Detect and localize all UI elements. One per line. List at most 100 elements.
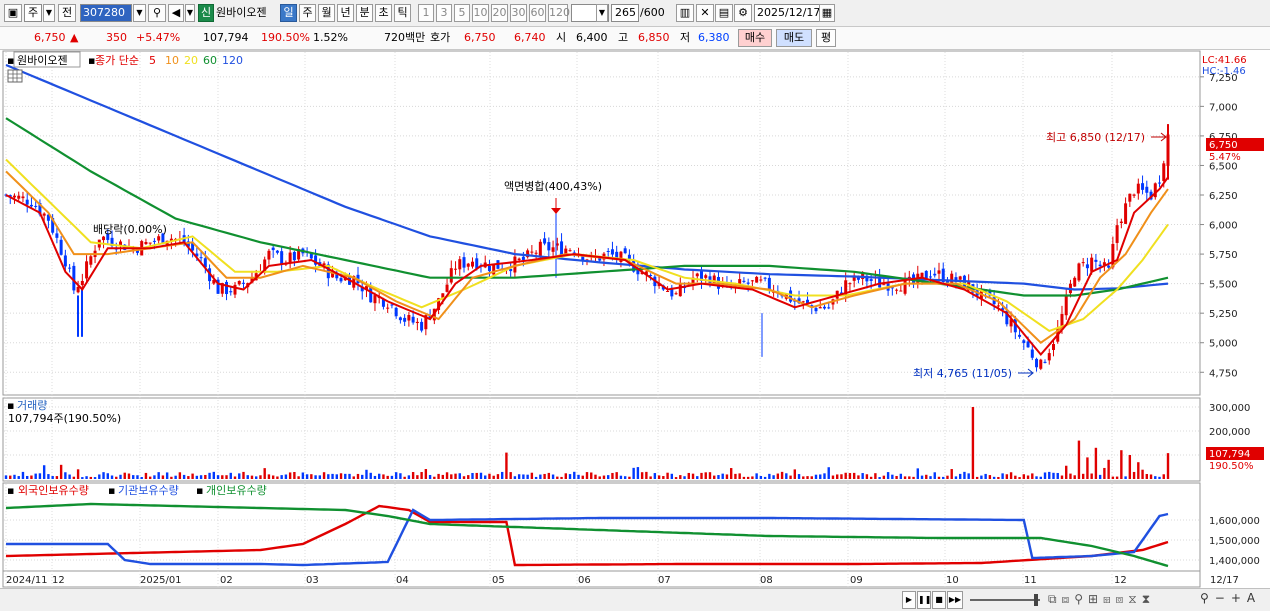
volume-bar (454, 473, 457, 479)
candle-body (822, 306, 826, 309)
interval-button-6[interactable]: 60 (529, 4, 546, 22)
volume-bar (174, 475, 177, 479)
table-icon[interactable] (7, 69, 23, 83)
candle-body (924, 270, 928, 279)
candle-body (678, 284, 682, 297)
period-button-4[interactable]: 분 (356, 4, 373, 22)
chevron-down-icon[interactable]: ▼ (596, 4, 608, 22)
volume-bar (1103, 467, 1106, 479)
candle-body (1115, 225, 1119, 243)
last-pct-tag: 5.47% (1209, 152, 1241, 163)
volume-bar (229, 472, 232, 479)
candle-body (767, 277, 771, 290)
candle-body (1081, 262, 1085, 264)
volume-bar (72, 476, 76, 479)
candle-icon[interactable]: ▥ (676, 4, 694, 22)
zoom-icons[interactable]: ⚲−+A (1200, 591, 1261, 605)
volume-bar (751, 476, 754, 479)
volume-bar (1111, 476, 1115, 479)
volume-bar (653, 473, 657, 479)
speaker-icon[interactable]: ◀ (168, 4, 184, 22)
volume-bar (233, 476, 237, 479)
volume-title: 거래량 (17, 399, 47, 412)
sell-button[interactable]: 매도 (776, 29, 812, 47)
pause-icon[interactable]: ❚❚ (917, 591, 931, 609)
zoom-slider[interactable] (970, 599, 1040, 601)
volume-bar (242, 471, 245, 479)
volume-bar (301, 472, 305, 479)
period-button-0[interactable]: 일 (280, 4, 297, 22)
zoom-slider-handle[interactable] (1034, 594, 1038, 606)
period-button-6[interactable]: 틱 (394, 4, 411, 22)
interval-button-5[interactable]: 30 (510, 4, 527, 22)
volume-bar (331, 473, 334, 479)
calendar-icon[interactable]: ▦ (819, 4, 835, 22)
save-icon[interactable]: ▤ (715, 4, 733, 22)
interval-button-4[interactable]: 20 (491, 4, 508, 22)
period-type-select[interactable]: 주 (24, 4, 42, 22)
volume-bar (394, 472, 398, 479)
volume-bar (34, 473, 37, 479)
chevron-down-icon[interactable]: ▼ (43, 4, 55, 22)
volume-bar (238, 473, 241, 479)
time-tick-label: 12 (52, 575, 65, 586)
fast-forward-icon[interactable]: ▶▶ (947, 591, 963, 609)
play-icon[interactable]: ▶ (902, 591, 916, 609)
cross-icon[interactable]: ✕ (696, 4, 714, 22)
candle-body (848, 283, 852, 285)
buy-button[interactable]: 매수 (738, 29, 772, 47)
holdings-panel (2, 482, 1201, 572)
holdings-tick-label: 1,600,000 (1209, 516, 1260, 527)
price-tick-label: 5,000 (1209, 339, 1238, 350)
interval-button-3[interactable]: 10 (472, 4, 489, 22)
volume-bar (246, 475, 249, 479)
dot-icon: ▪ (7, 54, 14, 67)
candle-body (1124, 203, 1128, 224)
volume-bar (212, 471, 216, 479)
gear-icon[interactable]: ⚙ (734, 4, 752, 22)
interval-button-1[interactable]: 3 (436, 4, 452, 22)
time-tick-label: 07 (658, 575, 671, 586)
ma-title: 종가 단순 (95, 54, 139, 67)
period-button-3[interactable]: 년 (337, 4, 354, 22)
stop-icon[interactable]: ■ (932, 591, 946, 609)
volume-bar (975, 476, 979, 479)
volume-bar (581, 475, 584, 479)
eval-button[interactable]: 평 (816, 29, 836, 47)
candle-body (454, 268, 458, 270)
period-button-2[interactable]: 월 (318, 4, 335, 22)
candle-body (394, 307, 398, 317)
chevron-down-icon[interactable]: ▼ (133, 4, 146, 22)
tool-icons[interactable]: ⧉⧈⚲⊞⧆⧇⧖⧗ (1048, 592, 1155, 607)
volume-bar (1031, 473, 1034, 479)
candle-body (386, 307, 390, 309)
period-button-1[interactable]: 주 (299, 4, 316, 22)
volume-bar (768, 473, 771, 479)
candle-body (958, 276, 962, 280)
volume-bar (640, 472, 644, 479)
chevron-down-icon[interactable]: ▼ (185, 4, 195, 22)
date-input[interactable]: 2025/12/17 (754, 4, 820, 22)
volume-bar (674, 477, 678, 479)
count-input[interactable]: 265 (611, 4, 639, 22)
volume-bar (1086, 457, 1089, 479)
prev-button[interactable]: 전 (58, 4, 76, 22)
candle-body (1158, 182, 1162, 184)
interval-button-0[interactable]: 1 (418, 4, 434, 22)
volume-bar (942, 476, 945, 479)
interval-button-2[interactable]: 5 (454, 4, 470, 22)
code-input[interactable]: 307280 (80, 4, 132, 22)
candle-body (445, 284, 449, 292)
volume-bar (899, 473, 903, 479)
low-label: 저 (680, 31, 691, 44)
stock-chart[interactable]: 4,750 5,000 5,250 5,500 5,750 6,000 6,250 6,500… (0, 50, 1270, 588)
volume-bar (615, 472, 618, 479)
volume-bar (445, 472, 449, 479)
volume-bar (903, 476, 907, 479)
volume-bar (500, 471, 504, 479)
interval-button-7[interactable]: 120 (548, 4, 570, 22)
period-button-5[interactable]: 초 (375, 4, 392, 22)
window-icon[interactable]: ▣ (4, 4, 22, 22)
search-icon[interactable]: ⚲ (148, 4, 166, 22)
time-tick-label: 11 (1024, 575, 1037, 586)
